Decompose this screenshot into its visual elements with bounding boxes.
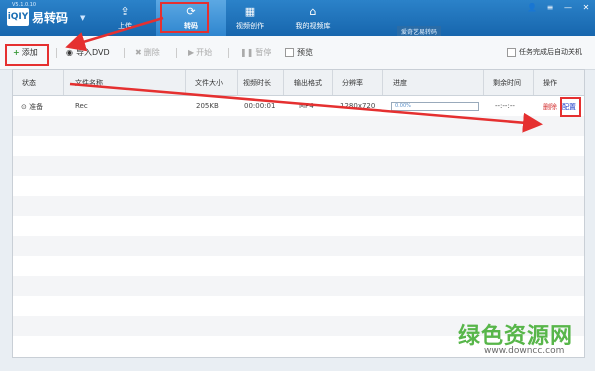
arrow-to-config [69, 82, 543, 133]
site-watermark-url: www.downcc.com [484, 346, 565, 356]
arrow-to-add [65, 16, 164, 52]
annotation-arrows [65, 16, 543, 133]
